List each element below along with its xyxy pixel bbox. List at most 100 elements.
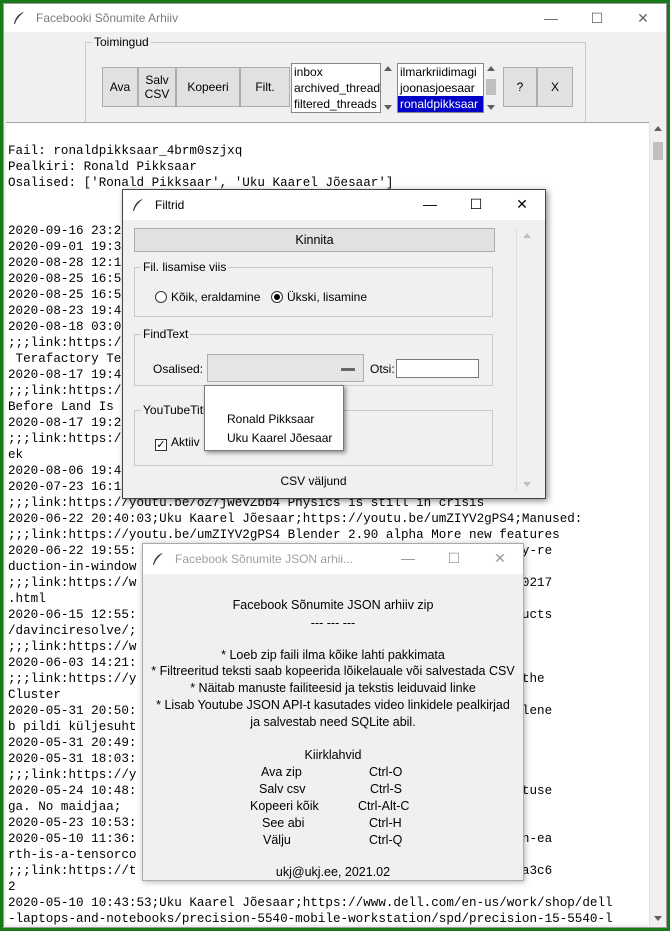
add-mode-group-label: Fil. lisamise viis — [141, 260, 229, 274]
filter-dialog-title: Filtrid — [155, 198, 185, 212]
feather-icon — [153, 553, 163, 565]
shortcut-key: Ctrl-O — [369, 765, 403, 779]
shortcut-action: Salv csv — [259, 782, 306, 796]
threads-listbox[interactable]: ilmarkriidimagi joonasjoesaar ronaldpikk… — [397, 63, 484, 113]
list-item-selected[interactable]: ronaldpikksaar — [398, 96, 483, 112]
list-item[interactable]: inbox — [292, 64, 380, 80]
shortcut-action: Kopeeri kõik — [250, 799, 319, 813]
scroll-down-icon[interactable] — [384, 105, 392, 110]
close-button[interactable]: ✕ — [499, 190, 545, 218]
feature-line: ja salvestab need SQLite abil. — [250, 715, 416, 729]
text-line: 2 — [8, 880, 16, 894]
text-line: ;;;link:https://youtu.be/umZIYV2gPS4 Ble… — [8, 528, 560, 542]
about-titlebar[interactable]: Facebook Sõnumite JSON arhii... — ☐ ✕ — [143, 544, 523, 574]
about-dialog-title: Facebook Sõnumite JSON arhii... — [175, 552, 354, 566]
scroll-thumb[interactable] — [653, 142, 663, 160]
shortcut-action: Välju — [263, 833, 291, 847]
youtube-group-label: YouTubeTitl — [141, 403, 208, 417]
csv-export-button[interactable]: CSV väljund — [134, 474, 493, 488]
text-line: 2020-05-10 10:43:53;Uku Kaarel Jõesaar;h… — [8, 896, 613, 910]
list-item[interactable]: joonasjoesaar — [398, 80, 483, 96]
filter-button[interactable]: Filt. — [240, 67, 290, 107]
actions-group-label: Toimingud — [92, 35, 151, 49]
shortcut-key: Ctrl-Alt-C — [358, 799, 410, 813]
feather-icon — [14, 12, 24, 24]
actions-group: Toimingud Ava Salv CSV Kopeeri Filt. inb… — [85, 35, 586, 124]
copy-button[interactable]: Kopeeri — [176, 67, 240, 107]
folders-listbox[interactable]: inbox archived_thread filtered_threads — [291, 63, 381, 113]
combobox-arrow-icon[interactable] — [341, 368, 355, 371]
text-line: Pealkiri: Ronald Pikksaar — [8, 160, 197, 174]
list-item[interactable]: ilmarkriidimagi — [398, 64, 483, 80]
list-item[interactable]: archived_thread — [292, 80, 380, 96]
main-titlebar[interactable]: Facebooki Sõnumite Arhiiv — ☐ ✕ — [4, 4, 666, 32]
main-window-title: Facebooki Sõnumite Arhiiv — [36, 11, 179, 25]
radio-icon[interactable] — [155, 291, 167, 303]
minimize-button[interactable]: — — [407, 190, 453, 218]
shortcut-key: Ctrl-H — [369, 816, 402, 830]
dropdown-option[interactable]: Ronald Pikksaar — [227, 412, 314, 426]
about-heading: Facebook Sõnumite JSON arhiiv zip — [232, 598, 434, 612]
filter-titlebar[interactable]: Filtrid — ☐ ✕ — [123, 190, 545, 220]
findtext-group-label: FindText — [141, 327, 191, 341]
participants-dropdown[interactable]: Ronald Pikksaar Uku Kaarel Jõesaar — [204, 385, 344, 451]
threads-scrollbar[interactable] — [484, 63, 498, 113]
help-button[interactable]: ? — [503, 67, 537, 107]
shortcut-action: See abi — [262, 816, 305, 830]
shortcut-key: Ctrl-Q — [369, 833, 403, 847]
list-item[interactable]: filtered_threads — [292, 96, 380, 112]
feature-line: * Loeb zip faili ilma kõike lahti pakkim… — [221, 648, 445, 662]
confirm-button[interactable]: Kinnita — [134, 228, 495, 252]
scroll-down-icon[interactable] — [487, 105, 495, 110]
search-input[interactable] — [396, 359, 479, 378]
open-button[interactable]: Ava — [102, 67, 138, 107]
active-checkbox[interactable]: ✓ Aktiiv — [155, 435, 200, 451]
search-label: Otsi: — [370, 362, 395, 376]
checkmark-icon[interactable]: ✓ — [155, 439, 167, 451]
filter-scrollbar[interactable] — [516, 228, 536, 492]
scroll-up-icon[interactable] — [487, 66, 495, 71]
about-footer: ukj@ukj.ee, 2021.02 — [275, 865, 391, 879]
about-dialog: Facebook Sõnumite JSON arhii... — ☐ ✕ Fa… — [142, 543, 524, 881]
text-line: 2020-06-22 20:40:03;Uku Kaarel Jõesaar;h… — [8, 512, 583, 526]
feature-line: * Lisab Youtube JSON API-t kasutades vid… — [156, 698, 510, 712]
radio-icon[interactable] — [271, 291, 283, 303]
shortcut-key: Ctrl-S — [370, 782, 402, 796]
maximize-button[interactable]: ☐ — [453, 190, 499, 218]
exit-button[interactable]: X — [537, 67, 573, 107]
scroll-up-icon[interactable] — [523, 233, 531, 238]
scroll-thumb[interactable] — [486, 79, 496, 95]
text-line: Fail: ronaldpikksaar_4brm0szjxq — [8, 144, 243, 158]
add-mode-group: Fil. lisamise viis Kõik, eraldamine Üksk… — [134, 260, 493, 317]
about-separator: --- --- --- — [310, 616, 356, 630]
save-csv-button[interactable]: Salv CSV — [138, 67, 176, 107]
feature-line: * Filtreeritud teksti saab kopeerida lõi… — [151, 664, 515, 678]
filter-dialog: Filtrid — ☐ ✕ Kinnita Fil. lisamise viis… — [122, 189, 546, 499]
scroll-up-icon[interactable] — [654, 126, 662, 131]
participants-select[interactable] — [207, 354, 364, 382]
scroll-down-icon[interactable] — [523, 482, 531, 487]
participants-label: Osalised: — [153, 362, 204, 376]
option-one-radio[interactable]: Ükski, lisamine — [271, 290, 367, 304]
scroll-up-icon[interactable] — [384, 66, 392, 71]
close-button[interactable]: ✕ — [620, 4, 666, 32]
scroll-down-icon[interactable] — [654, 916, 662, 921]
text-line: -laptops-and-notebooks/precision-5540-mo… — [8, 912, 613, 925]
maximize-button[interactable]: ☐ — [431, 544, 477, 572]
close-button[interactable]: ✕ — [477, 544, 523, 572]
feature-line: * Näitab manuste failiteesid ja tekstis … — [190, 681, 476, 695]
minimize-button[interactable]: — — [528, 4, 574, 32]
folders-scrollbar[interactable] — [381, 63, 395, 113]
shortcut-action: Ava zip — [261, 765, 302, 779]
maximize-button[interactable]: ☐ — [574, 4, 620, 32]
shortcuts-title: Kiirklahvid — [304, 748, 362, 762]
findtext-group: FindText Osalised: Otsi: — [134, 327, 493, 386]
active-label: Aktiiv — [171, 435, 200, 449]
minimize-button[interactable]: — — [385, 544, 431, 572]
option-all-radio[interactable]: Kõik, eraldamine — [155, 290, 260, 304]
option-all-label: Kõik, eraldamine — [171, 290, 261, 304]
dropdown-option[interactable]: Uku Kaarel Jõesaar — [227, 431, 332, 445]
feather-icon — [133, 199, 143, 211]
text-scrollbar[interactable] — [649, 122, 666, 925]
option-one-label: Ükski, lisamine — [287, 290, 368, 304]
